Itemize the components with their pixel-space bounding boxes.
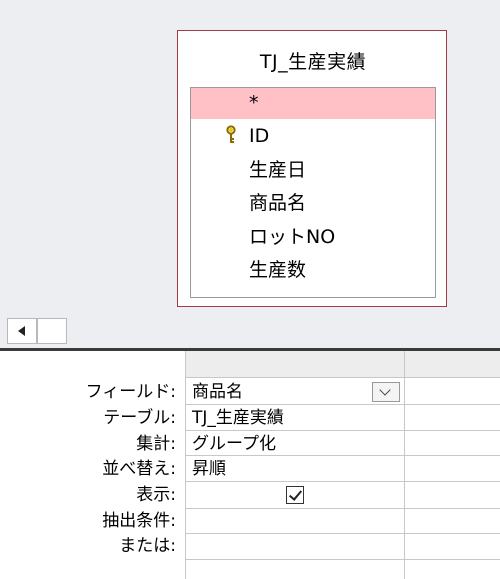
field-dropdown-button[interactable] (372, 382, 400, 402)
row-label-criteria: 抽出条件: (102, 511, 176, 531)
field-item-quantity[interactable]: 生産数 (191, 255, 435, 286)
chevron-down-icon (379, 384, 391, 396)
grid-line (185, 430, 500, 431)
grid-line (185, 377, 500, 378)
column-selector-strip[interactable] (185, 351, 500, 377)
field-list-title[interactable]: TJ_生産実績 (178, 47, 448, 74)
field-item-all[interactable]: * (191, 88, 435, 119)
query-design-area: TJ_生産実績 * ID 生産日 商品名 ロットNO 生産数 (0, 0, 500, 315)
design-grid: フィールド: テーブル: 集計: 並べ替え: 表示: 抽出条件: または: 商品… (0, 351, 500, 579)
table-field-list[interactable]: TJ_生産実績 * ID 生産日 商品名 ロットNO 生産数 (177, 30, 447, 307)
scroll-thumb[interactable] (37, 318, 67, 344)
field-item-product-name[interactable]: 商品名 (191, 188, 435, 219)
row-label-total: 集計: (136, 434, 176, 454)
field-item-id[interactable]: ID (191, 121, 435, 152)
grid-line (185, 351, 186, 579)
row-label-or: または: (119, 536, 176, 556)
grid-line (185, 559, 500, 560)
field-item-label: ID (249, 125, 270, 147)
show-checkbox[interactable] (286, 486, 304, 504)
cell-table[interactable]: TJ_生産実績 (192, 406, 284, 430)
arrow-left-icon (18, 326, 25, 336)
cell-or[interactable] (192, 534, 402, 558)
row-label-field: フィールド: (85, 382, 176, 402)
horizontal-scrollbar[interactable] (0, 315, 500, 348)
field-item-production-date[interactable]: 生産日 (191, 155, 435, 186)
checkmark-icon (288, 487, 303, 501)
grid-line (404, 351, 405, 579)
field-item-label: 商品名 (249, 192, 307, 214)
grid-line (185, 481, 500, 482)
grid-line (185, 404, 500, 405)
field-list-box: * ID 生産日 商品名 ロットNO 生産数 (190, 87, 436, 298)
row-label-show: 表示: (136, 485, 176, 505)
primary-key-icon (226, 125, 236, 143)
field-item-label: ロットNO (249, 226, 336, 248)
cell-total[interactable]: グループ化 (192, 432, 276, 456)
cell-sort[interactable]: 昇順 (192, 457, 226, 481)
row-label-table: テーブル: (103, 408, 176, 428)
cell-criteria[interactable] (192, 509, 402, 533)
scroll-left-button[interactable] (7, 318, 37, 344)
field-item-lot-no[interactable]: ロットNO (191, 222, 435, 253)
field-item-label: * (249, 92, 259, 114)
row-label-sort: 並べ替え: (102, 459, 176, 479)
cell-field[interactable]: 商品名 (192, 380, 243, 404)
field-item-label: 生産日 (249, 159, 307, 181)
field-item-label: 生産数 (249, 259, 307, 281)
